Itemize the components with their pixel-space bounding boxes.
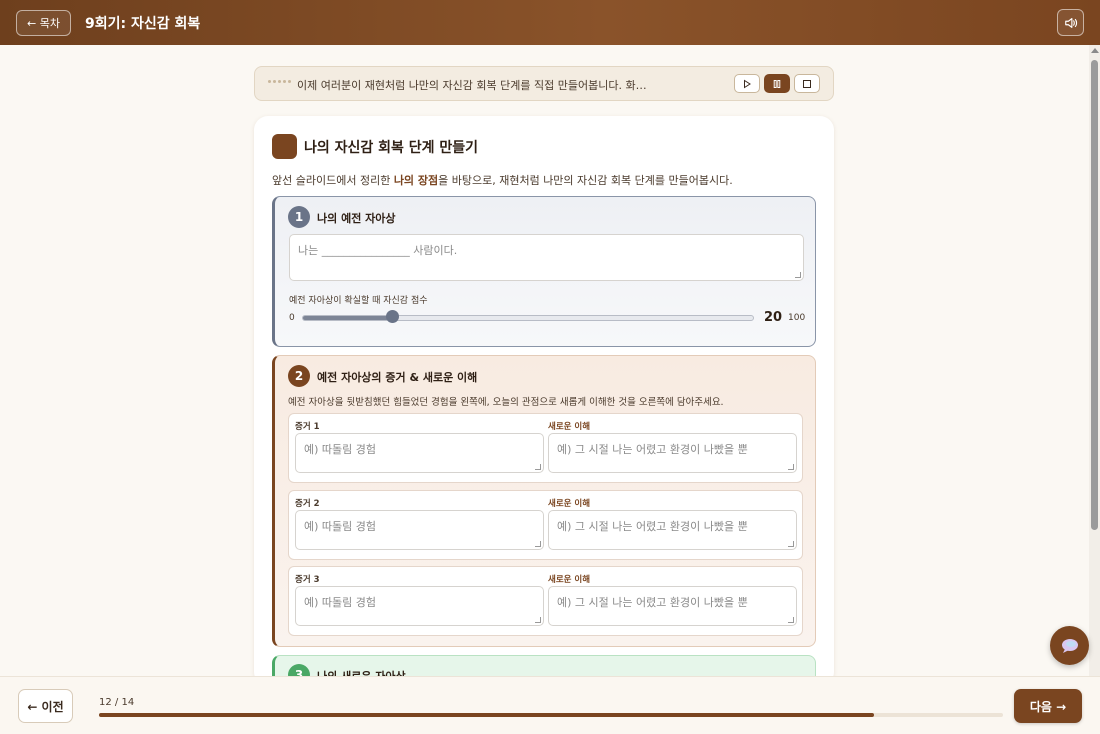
play-icon [744, 79, 751, 88]
slider-min-label: 0 [289, 313, 295, 323]
evidence-textarea[interactable]: 예) 따돌림 경험 [295, 586, 544, 626]
progress-fill [99, 713, 874, 717]
evidence-label: 증거 2 [295, 499, 320, 509]
slider-value: 20 [764, 310, 783, 325]
section-evidence-new-understanding: 2 예전 자아상의 증거 & 새로운 이해 예전 자아상을 뒷받침했던 힘들었던… [272, 355, 816, 647]
prev-button[interactable]: ← 이전 [18, 689, 73, 723]
play-button[interactable] [734, 74, 760, 93]
section-description: 예전 자아상을 뒷받침했던 힘들었던 경험을 왼쪽에, 오늘의 관점으로 새롭게… [288, 397, 724, 408]
section-title: 나의 예전 자아상 [317, 212, 396, 225]
section-number: 2 [288, 365, 310, 387]
evidence-pair: 증거 3 새로운 이해 예) 따돌림 경험 예) 그 시절 나는 어렸고 환경이… [288, 566, 803, 636]
pause-button[interactable] [764, 74, 790, 93]
scroll-up-icon[interactable] [1091, 48, 1099, 53]
evidence-pair: 증거 2 새로운 이해 예) 따돌림 경험 예) 그 시절 나는 어렸고 환경이… [288, 490, 803, 560]
card-icon [272, 134, 297, 159]
top-bar: ← 목차 9회기: 자신감 회복 [0, 0, 1100, 45]
toc-button[interactable]: ← 목차 [16, 10, 71, 36]
confidence-slider[interactable] [302, 315, 754, 321]
section-title: 예전 자아상의 증거 & 새로운 이해 [317, 371, 478, 384]
evidence-label: 증거 1 [295, 422, 320, 432]
narration-bar: 이제 여러분이 재현처럼 나만의 자신감 회복 단계를 직접 만들어봅니다. 화… [254, 66, 834, 101]
insight-label: 새로운 이해 [548, 499, 591, 509]
insight-textarea[interactable]: 예) 그 시절 나는 어렸고 환경이 나빴을 뿐 [548, 586, 797, 626]
sound-button[interactable] [1057, 9, 1084, 36]
insight-label: 새로운 이해 [548, 422, 591, 432]
insight-label: 새로운 이해 [548, 575, 591, 585]
section-number: 1 [288, 206, 310, 228]
evidence-textarea[interactable]: 예) 따돌림 경험 [295, 510, 544, 550]
chat-bubble-icon [1061, 638, 1078, 653]
bottom-nav-bar: ← 이전 12 / 14 다음 → [0, 676, 1100, 734]
evidence-textarea[interactable]: 예) 따돌림 경험 [295, 433, 544, 473]
scrollbar-thumb[interactable] [1091, 60, 1098, 530]
confidence-slider-label: 예전 자아상이 확실할 때 자신감 점수 [289, 296, 428, 306]
speaker-icon [1064, 17, 1077, 28]
next-button[interactable]: 다음 → [1014, 689, 1082, 723]
evidence-label: 증거 3 [295, 575, 320, 585]
slider-fill [303, 316, 393, 320]
narration-text: 이제 여러분이 재현처럼 나만의 자신감 회복 단계를 직접 만들어봅니다. 화… [297, 79, 647, 92]
chat-button[interactable] [1050, 626, 1089, 665]
activity-card: 나의 자신감 회복 단계 만들기 앞선 슬라이드에서 정리한 나의 장점을 바탕… [254, 116, 834, 715]
past-self-image-textarea[interactable]: 나는 ________________ 사람이다. [289, 234, 804, 281]
pause-icon [773, 79, 781, 88]
page-indicator: 12 / 14 [99, 697, 135, 708]
slider-thumb[interactable] [386, 310, 400, 323]
page-title: 9회기: 자신감 회복 [85, 16, 201, 32]
stop-button[interactable] [794, 74, 820, 93]
stop-icon [803, 79, 811, 88]
card-title: 나의 자신감 회복 단계 만들기 [304, 140, 479, 156]
insight-textarea[interactable]: 예) 그 시절 나는 어렸고 환경이 나빴을 뿐 [548, 510, 797, 550]
slider-max-label: 100 [788, 313, 806, 323]
section-past-self-image: 1 나의 예전 자아상 나는 ________________ 사람이다. 예전… [272, 196, 816, 347]
insight-textarea[interactable]: 예) 그 시절 나는 어렸고 환경이 나빴을 뿐 [548, 433, 797, 473]
narration-dots-icon [268, 80, 291, 83]
evidence-pair: 증거 1 새로운 이해 예) 따돌림 경험 예) 그 시절 나는 어렸고 환경이… [288, 413, 803, 483]
progress-bar [99, 713, 1003, 717]
card-description: 앞선 슬라이드에서 정리한 나의 장점을 바탕으로, 재현처럼 나만의 자신감 … [272, 174, 733, 187]
